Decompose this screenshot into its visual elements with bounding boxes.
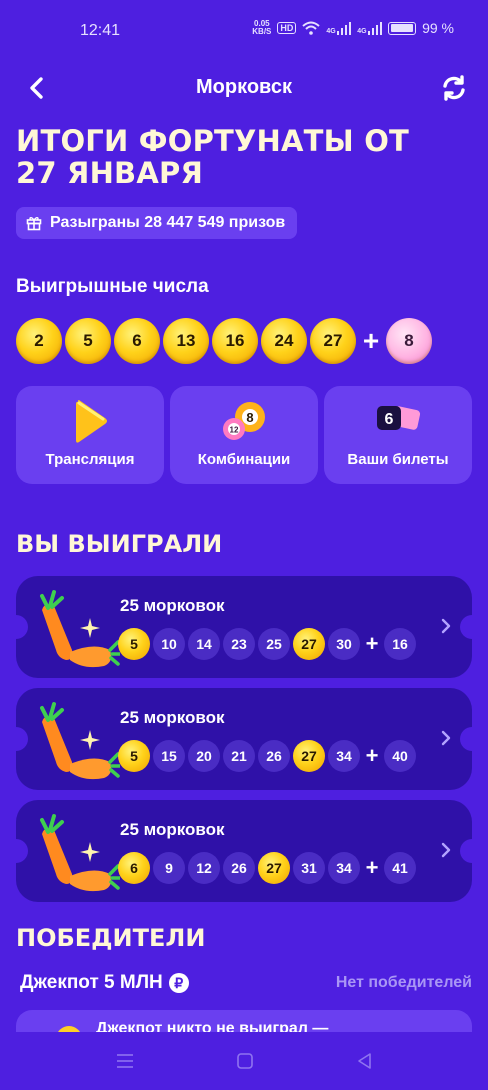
winning-ball: 16: [212, 318, 258, 364]
plus-sign: +: [362, 325, 380, 356]
ticket-ball: 34: [328, 740, 360, 772]
winners-heading: ПОБЕДИТЕЛИ: [16, 924, 206, 952]
battery-percent: 99 %: [422, 20, 454, 36]
ticket-ball: 27: [258, 852, 290, 884]
ticket-ball: 34: [328, 852, 360, 884]
ticket-ball: 27: [293, 628, 325, 660]
net-type-1: 4G: [326, 28, 336, 35]
network-speed-unit: KB/S: [252, 27, 272, 36]
winning-ball: 27: [310, 318, 356, 364]
ticket-ball: 5: [118, 628, 150, 660]
menu-icon[interactable]: [114, 1050, 136, 1072]
bonus-ball: 8: [386, 318, 432, 364]
ticket-bonus-ball: 40: [384, 740, 416, 772]
svg-text:8: 8: [246, 410, 253, 425]
tickets-count-badge: 6: [385, 411, 394, 428]
winning-ball: 2: [16, 318, 62, 364]
ticket-ball: 23: [223, 628, 255, 660]
hd-icon: HD: [277, 22, 297, 34]
carrot-icon: [40, 814, 120, 892]
ticket-prize: 25 морковок: [120, 708, 225, 727]
network-speed: 0.05 KB/S: [252, 20, 271, 36]
winning-numbers-row: 2 5 6 13 16 24 27 + 8: [16, 318, 432, 364]
tile-combinations-label: Комбинации: [197, 451, 291, 468]
app-header: Морковск: [0, 70, 488, 106]
ticket-ball: 6: [118, 852, 150, 884]
ticket-ball: 25: [258, 628, 290, 660]
plus-sign: +: [365, 631, 379, 656]
winning-ball: 6: [114, 318, 160, 364]
ticket-ball: 14: [188, 628, 220, 660]
ticket-numbers: 5 15 20 21 26 27 34 + 40: [118, 740, 416, 772]
ticket-ball: 9: [153, 852, 185, 884]
ticket-ball: 15: [153, 740, 185, 772]
jackpot-row: Джекпот 5 МЛН ₽ Нет победителей: [20, 968, 472, 1000]
chevron-right-icon: [441, 842, 451, 858]
carrot-icon: [40, 590, 120, 668]
page-title: ИТОГИ ФОРТУНАТЫ ОТ 27 ЯНВАРЯ: [16, 124, 410, 190]
net-type-2: 4G: [357, 28, 367, 35]
back-triangle-icon[interactable]: [354, 1050, 376, 1072]
signal-1: 4G: [326, 21, 352, 35]
signal-2: 4G: [357, 21, 383, 35]
winning-ticket[interactable]: 25 морковок 5 15 20 21 26 27 34 + 40: [16, 688, 472, 790]
action-tiles: Трансляция 8 12 Комбинации 6 Ваши билеты: [16, 386, 472, 484]
you-won-heading: ВЫ ВЫИГРАЛИ: [16, 530, 223, 558]
refresh-icon[interactable]: [440, 74, 468, 102]
ticket-ball: 27: [293, 740, 325, 772]
ticket-ball: 5: [118, 740, 150, 772]
ticket-prize: 25 морковок: [120, 596, 225, 615]
tile-broadcast-label: Трансляция: [45, 451, 135, 468]
ticket-ball: 26: [258, 740, 290, 772]
ticket-numbers: 6 9 12 26 27 31 34 + 41: [118, 852, 416, 884]
ticket-ball: 10: [153, 628, 185, 660]
ticket-ball: 21: [223, 740, 255, 772]
jackpot-label: Джекпот 5 МЛН ₽: [20, 972, 189, 994]
header-title: Морковск: [196, 76, 292, 98]
status-time: 12:41: [80, 22, 121, 39]
tile-your-tickets-label: Ваши билеты: [347, 451, 449, 468]
lottery-balls-icon: 8 12: [223, 402, 265, 440]
wifi-icon: [302, 21, 321, 35]
gift-icon: [26, 217, 42, 231]
chevron-right-icon: [441, 730, 451, 746]
ticket-bonus-ball: 41: [384, 852, 416, 884]
battery-icon: [388, 21, 417, 35]
prizes-badge-text: Разыграны 28 447 549 призов: [50, 214, 286, 231]
tile-your-tickets[interactable]: 6 Ваши билеты: [324, 386, 472, 484]
winning-numbers-label: Выигрышные числа: [16, 276, 209, 297]
winning-ball: 13: [163, 318, 209, 364]
svg-text:12: 12: [230, 426, 239, 435]
home-icon[interactable]: [234, 1050, 256, 1072]
ticket-ball: 12: [188, 852, 220, 884]
ticket-ball: 31: [293, 852, 325, 884]
tickets-icon: 6: [377, 406, 421, 430]
plus-sign: +: [365, 743, 379, 768]
tile-combinations[interactable]: 8 12 Комбинации: [170, 386, 318, 484]
chevron-right-icon: [441, 618, 451, 634]
status-icons: 0.05 KB/S HD 4G 4G 99 %: [252, 20, 454, 37]
ticket-bonus-ball: 16: [384, 628, 416, 660]
plus-sign: +: [365, 855, 379, 880]
winning-ticket[interactable]: 25 морковок 5 10 14 23 25 27 30 + 16: [16, 576, 472, 678]
winning-ball: 5: [65, 318, 111, 364]
tile-broadcast[interactable]: Трансляция: [16, 386, 164, 484]
winning-ball: 24: [261, 318, 307, 364]
ruble-icon: ₽: [168, 973, 189, 993]
ticket-numbers: 5 10 14 23 25 27 30 + 16: [118, 628, 416, 660]
winning-ticket[interactable]: 25 морковок 6 9 12 26 27 31 34 + 41: [16, 800, 472, 902]
ticket-ball: 20: [188, 740, 220, 772]
jackpot-label-text: Джекпот 5 МЛН: [20, 972, 163, 993]
status-bar: 12:41 0.05 KB/S HD 4G 4G 99 %: [0, 0, 488, 62]
no-winners-text: Нет победителей: [335, 974, 472, 991]
carrot-icon: [40, 702, 120, 780]
ticket-ball: 30: [328, 628, 360, 660]
play-icon: [76, 400, 107, 443]
system-nav-bar: [0, 1032, 488, 1090]
signal-bars-1-icon: [336, 21, 352, 35]
signal-bars-2-icon: [367, 21, 383, 35]
ticket-ball: 26: [223, 852, 255, 884]
ticket-prize: 25 морковок: [120, 820, 225, 839]
prizes-badge: Разыграны 28 447 549 призов: [16, 207, 298, 239]
